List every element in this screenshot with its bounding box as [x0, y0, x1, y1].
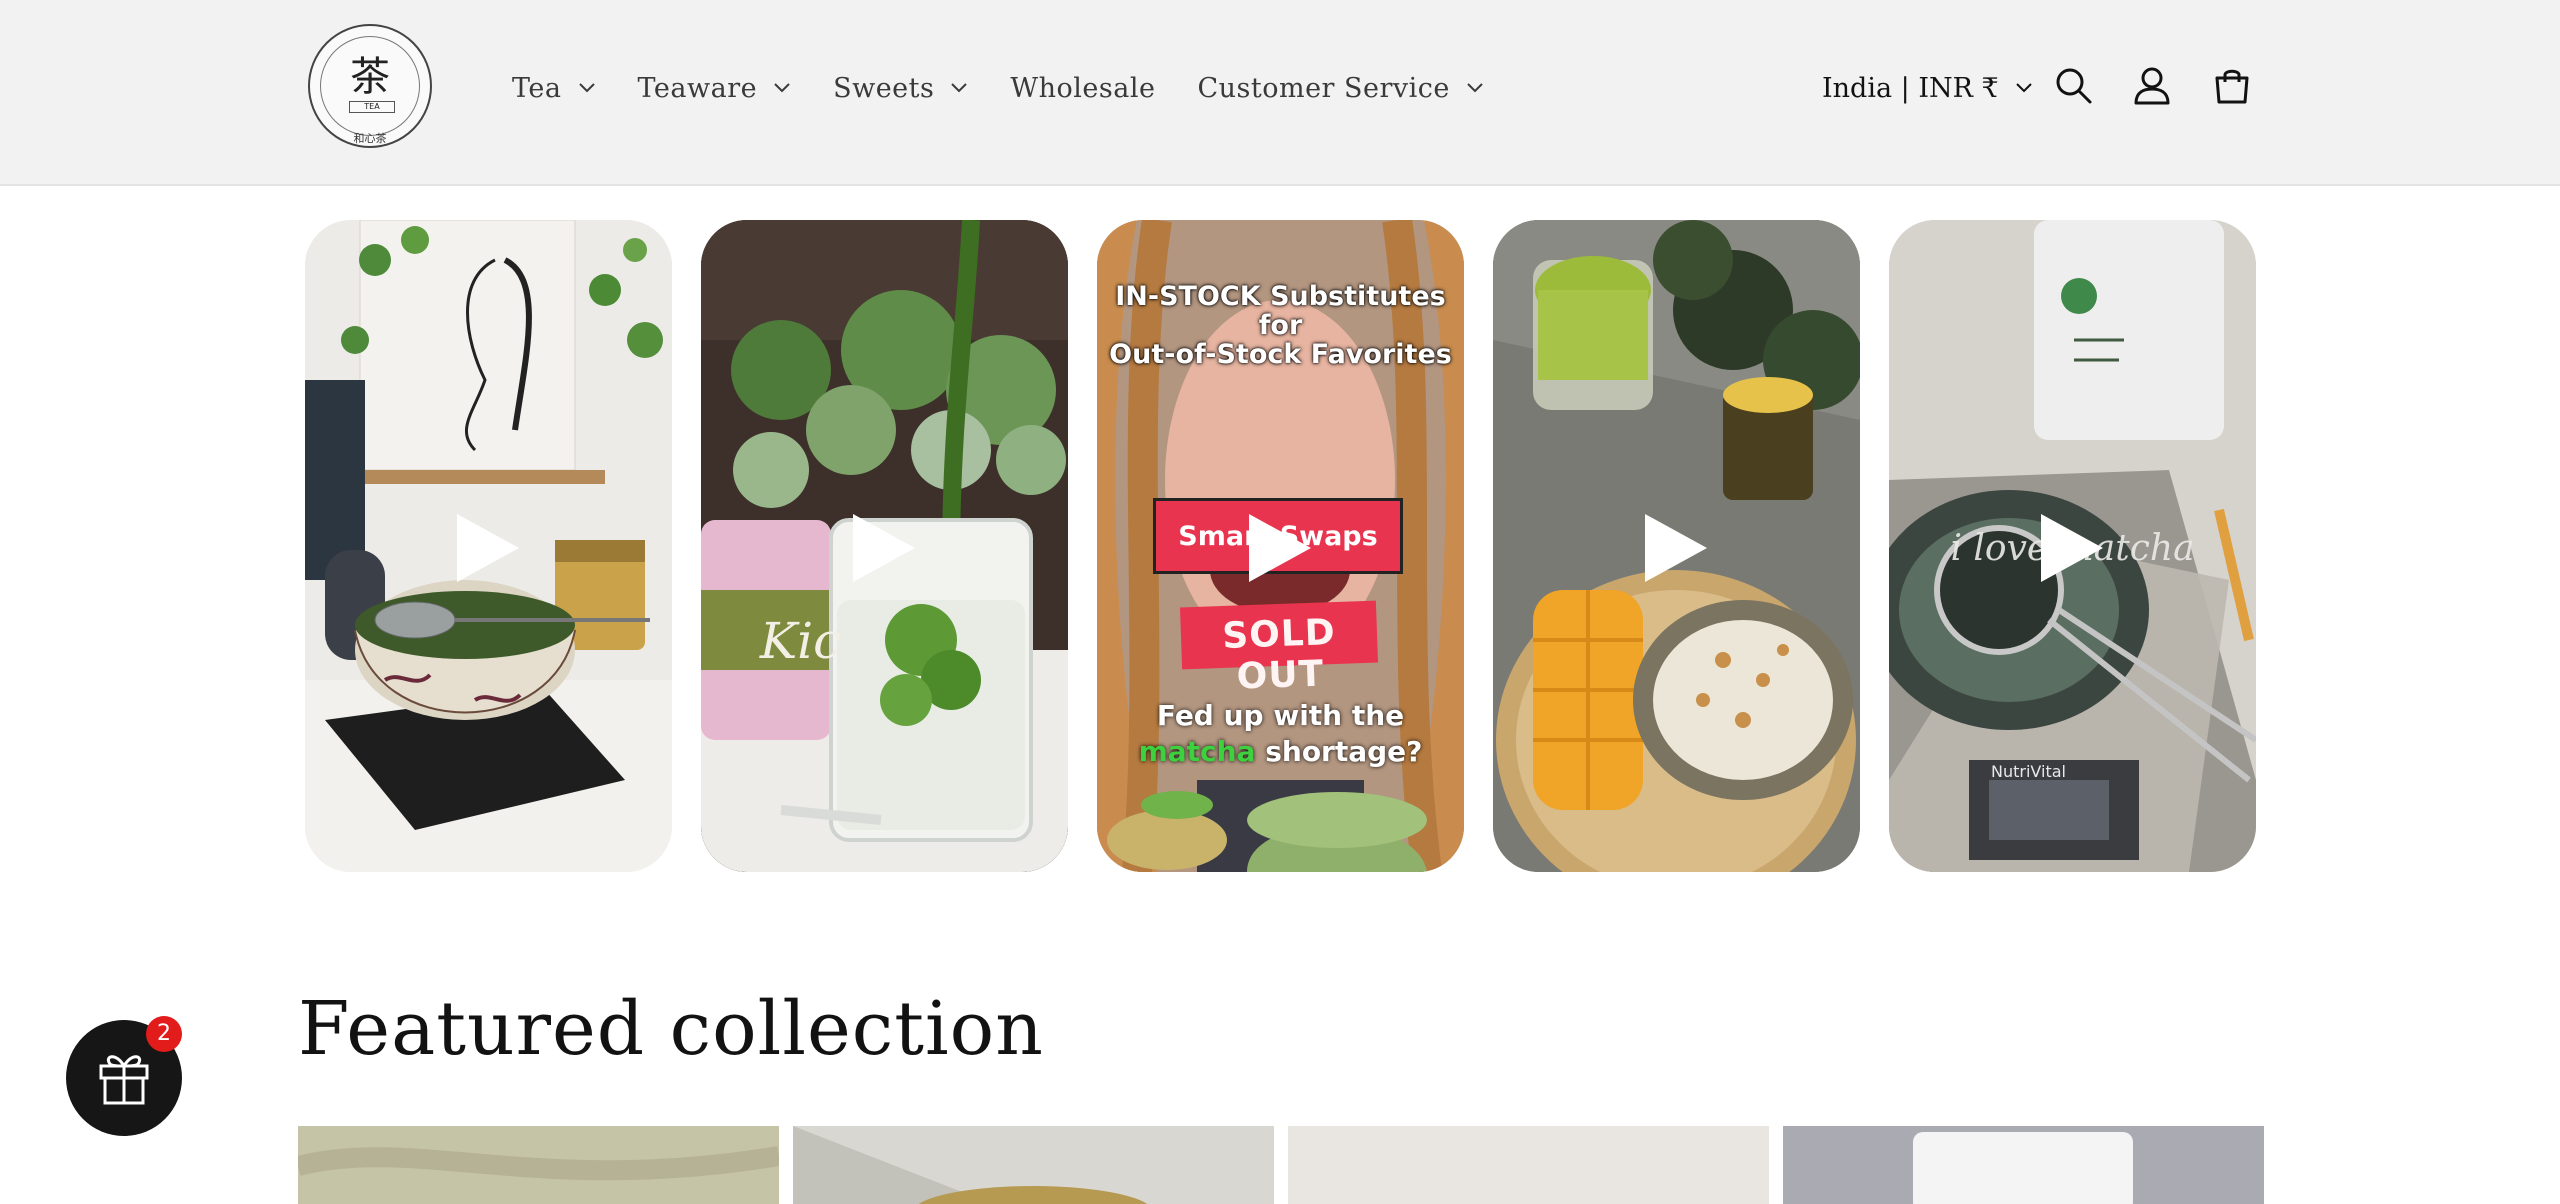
question-line-2: matcha shortage? — [1097, 734, 1464, 770]
product-card[interactable] — [1783, 1126, 2264, 1204]
product-card[interactable] — [793, 1126, 1274, 1204]
headline-line: for — [1258, 310, 1303, 341]
gift-icon — [99, 1055, 149, 1105]
chevron-down-icon — [578, 83, 595, 93]
video-question: Fed up with the matcha shortage? — [1097, 698, 1464, 770]
logo-subtitle: 和心茶 — [353, 132, 387, 145]
nav-label: Tea — [512, 72, 562, 104]
logo-kanji: 茶 — [350, 54, 390, 100]
play-icon[interactable] — [849, 510, 919, 586]
section-title: Featured collection — [298, 986, 1044, 1072]
video-headline: IN-STOCK Substitutes for Out-of-Stock Fa… — [1097, 282, 1464, 369]
nav-item-customer-service[interactable]: Customer Service — [1197, 73, 1483, 104]
video-card[interactable]: IN-STOCK Substitutes for Out-of-Stock Fa… — [1097, 220, 1464, 872]
logo-ring: 茶 TEA — [320, 36, 420, 136]
nav-label: Customer Service — [1197, 72, 1450, 104]
chevron-down-icon — [774, 83, 790, 93]
video-card[interactable] — [1493, 220, 1860, 872]
scale-brand-text: NutriVital — [1991, 762, 2066, 781]
account-icon[interactable] — [2132, 66, 2172, 106]
nav-item-wholesale[interactable]: Wholesale — [1010, 73, 1155, 104]
video-card[interactable]: Kic — [701, 220, 1068, 872]
sold-out-text: SOLD OUT — [1221, 612, 1337, 698]
cart-icon[interactable] — [2212, 66, 2252, 106]
question-highlight: matcha — [1138, 735, 1256, 768]
play-icon[interactable] — [1245, 510, 1315, 586]
nav-label: Wholesale — [1010, 72, 1156, 104]
main-nav: Tea Teaware Sweets Wholesale Customer Se… — [512, 68, 1526, 108]
headline-line: IN-STOCK Substitutes — [1115, 281, 1446, 312]
chevron-down-icon — [2016, 83, 2032, 93]
product-image — [298, 1126, 779, 1204]
notification-badge: 2 — [146, 1016, 182, 1052]
nav-label: Teaware — [637, 72, 758, 104]
headline-line: Out-of-Stock Favorites — [1109, 339, 1452, 370]
search-icon[interactable] — [2054, 66, 2094, 106]
product-image — [1783, 1126, 2264, 1204]
locale-selector[interactable]: India | INR ₹ — [1822, 68, 2033, 108]
nav-item-sweets[interactable]: Sweets — [833, 73, 968, 104]
logo-word: TEA — [349, 101, 395, 113]
play-icon[interactable] — [2037, 510, 2107, 586]
chevron-down-icon — [951, 83, 968, 93]
site-logo[interactable]: 茶 TEA 和心茶 — [308, 24, 432, 148]
sold-out-stamp: SOLD OUT — [1179, 600, 1379, 697]
product-card[interactable] — [1288, 1126, 1769, 1204]
play-icon[interactable] — [453, 510, 523, 586]
question-line-1: Fed up with the — [1156, 699, 1405, 732]
nav-label: Sweets — [833, 72, 935, 104]
locale-label: India | INR ₹ — [1822, 72, 1999, 104]
nav-item-teaware[interactable]: Teaware — [638, 73, 792, 104]
video-card[interactable]: i love matcha NutriVital — [1889, 220, 2256, 872]
question-tail: shortage? — [1265, 735, 1423, 768]
chevron-down-icon — [1467, 83, 1483, 93]
jar-label-text: Kic — [759, 612, 842, 670]
play-icon[interactable] — [1641, 510, 1711, 586]
site-header: 茶 TEA 和心茶 Tea Teaware Sweets Wholesale C… — [0, 0, 2560, 186]
product-image — [1288, 1126, 1769, 1204]
product-card[interactable] — [298, 1126, 779, 1204]
product-image — [793, 1126, 1274, 1204]
nav-item-tea[interactable]: Tea — [512, 73, 596, 104]
video-card[interactable] — [305, 220, 672, 872]
